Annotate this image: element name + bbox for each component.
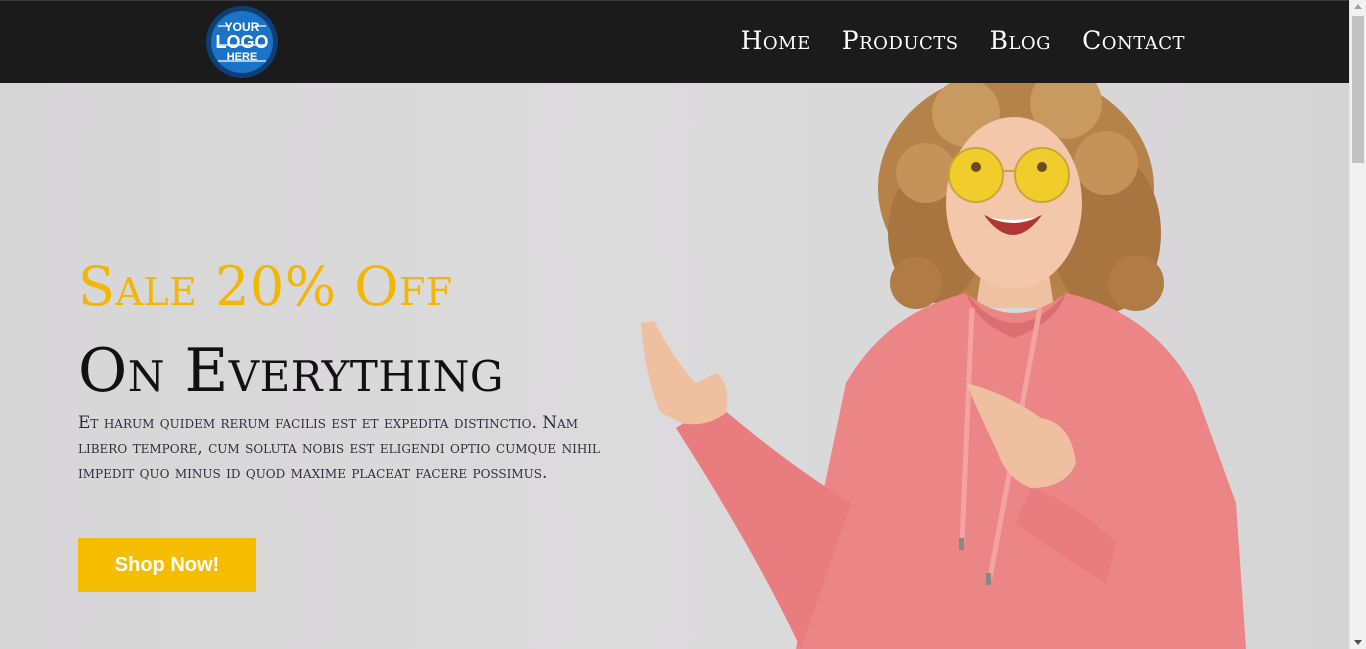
hero-description: Et harum quidem rerum facilis est et exp… [78, 413, 601, 483]
shop-now-button[interactable]: Shop Now! [78, 538, 256, 592]
sale-headline: Sale 20% Off [78, 255, 453, 318]
nav-contact[interactable]: Contact [1082, 25, 1185, 57]
nav-home[interactable]: Home [741, 25, 811, 57]
nav-blog[interactable]: Blog [990, 25, 1051, 57]
scroll-up-arrow-icon[interactable] [1354, 4, 1362, 9]
hero-section: Sale 20% Off On Everything Et harum quid… [0, 83, 1349, 649]
logo-text-2: LOGO [216, 32, 269, 52]
scrollbar-thumb[interactable] [1352, 16, 1364, 163]
site-header: YOUR LOGO HERE Home Products Blog Contac… [0, 0, 1349, 83]
scroll-down-arrow-icon[interactable] [1354, 640, 1362, 645]
nav-products[interactable]: Products [842, 25, 959, 57]
vertical-scrollbar[interactable] [1349, 0, 1366, 649]
logo-text-3: HERE [227, 51, 258, 63]
logo[interactable]: YOUR LOGO HERE [205, 5, 279, 79]
everything-headline: On Everything [78, 336, 504, 406]
landing-page: YOUR LOGO HERE Home Products Blog Contac… [0, 0, 1366, 649]
hero-image [641, 83, 1246, 649]
main-nav: Home Products Blog Contact [741, 25, 1185, 57]
